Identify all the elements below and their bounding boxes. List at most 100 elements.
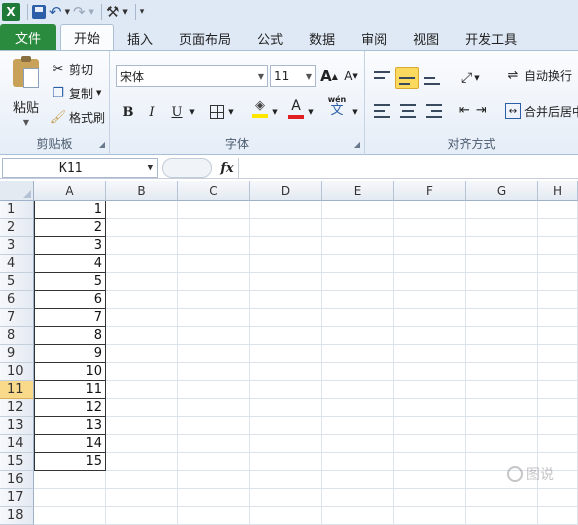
cell-a13[interactable]: 13 — [34, 417, 106, 435]
orientation-dropdown-icon[interactable]: ▼ — [474, 74, 479, 82]
cell-b15[interactable] — [106, 453, 178, 471]
row-header-17[interactable]: 17 — [0, 489, 34, 507]
cell-a16[interactable] — [34, 471, 106, 489]
cell-d6[interactable] — [250, 291, 322, 309]
cell-a4[interactable]: 4 — [34, 255, 106, 273]
cell-c3[interactable] — [178, 237, 250, 255]
cell-e3[interactable] — [322, 237, 394, 255]
tab-page-layout[interactable]: 页面布局 — [166, 26, 244, 50]
row-header-1[interactable]: 1 — [0, 201, 34, 219]
align-middle-button[interactable] — [395, 67, 419, 89]
cell-b16[interactable] — [106, 471, 178, 489]
cell-f11[interactable] — [394, 381, 466, 399]
cell-h5[interactable] — [538, 273, 578, 291]
tab-developer[interactable]: 开发工具 — [452, 26, 530, 50]
clipboard-launcher-icon[interactable]: ◢ — [99, 140, 105, 149]
tab-view[interactable]: 视图 — [400, 26, 452, 50]
cell-d8[interactable] — [250, 327, 322, 345]
cell-e15[interactable] — [322, 453, 394, 471]
copy-dropdown-icon[interactable]: ▼ — [96, 89, 101, 97]
row-header-10[interactable]: 10 — [0, 363, 34, 381]
cell-c18[interactable] — [178, 507, 250, 525]
cell-e9[interactable] — [322, 345, 394, 363]
cell-d5[interactable] — [250, 273, 322, 291]
cell-d2[interactable] — [250, 219, 322, 237]
cell-e6[interactable] — [322, 291, 394, 309]
customize-icon[interactable]: ▾ — [140, 2, 145, 22]
cell-a7[interactable]: 7 — [34, 309, 106, 327]
cell-c17[interactable] — [178, 489, 250, 507]
cell-h11[interactable] — [538, 381, 578, 399]
cell-d3[interactable] — [250, 237, 322, 255]
cell-f13[interactable] — [394, 417, 466, 435]
cell-a9[interactable]: 9 — [34, 345, 106, 363]
cell-g7[interactable] — [466, 309, 538, 327]
cell-a11[interactable]: 11 — [34, 381, 106, 399]
cell-e12[interactable] — [322, 399, 394, 417]
align-left-icon[interactable] — [374, 103, 390, 118]
row-header-5[interactable]: 5 — [0, 273, 34, 291]
row-header-3[interactable]: 3 — [0, 237, 34, 255]
tab-insert[interactable]: 插入 — [114, 26, 166, 50]
tools-dropdown-icon[interactable]: ▼ — [122, 2, 127, 22]
cell-d7[interactable] — [250, 309, 322, 327]
name-box[interactable]: K11 ▼ — [2, 158, 158, 178]
cell-f17[interactable] — [394, 489, 466, 507]
cell-b1[interactable] — [106, 201, 178, 219]
row-header-15[interactable]: 15 — [0, 453, 34, 471]
cell-c12[interactable] — [178, 399, 250, 417]
cell-e11[interactable] — [322, 381, 394, 399]
cell-b11[interactable] — [106, 381, 178, 399]
cell-d14[interactable] — [250, 435, 322, 453]
cell-e14[interactable] — [322, 435, 394, 453]
cell-h10[interactable] — [538, 363, 578, 381]
row-header-16[interactable]: 16 — [0, 471, 34, 489]
cell-g6[interactable] — [466, 291, 538, 309]
cell-g14[interactable] — [466, 435, 538, 453]
tab-data[interactable]: 数据 — [296, 26, 348, 50]
font-color-dropdown-icon[interactable]: ▼ — [307, 101, 315, 123]
formula-bar-handle[interactable] — [162, 158, 212, 178]
cell-a17[interactable] — [34, 489, 106, 507]
align-bottom-icon[interactable] — [424, 71, 440, 85]
cell-b17[interactable] — [106, 489, 178, 507]
fill-color-dropdown-icon[interactable]: ▼ — [271, 101, 279, 123]
phonetic-button[interactable]: wén 文 — [324, 95, 350, 117]
row-header-11[interactable]: 11 — [0, 381, 34, 399]
row-header-18[interactable]: 18 — [0, 507, 34, 525]
cell-f1[interactable] — [394, 201, 466, 219]
align-center-icon[interactable] — [400, 103, 416, 118]
font-launcher-icon[interactable]: ◢ — [354, 140, 360, 149]
cell-a6[interactable]: 6 — [34, 291, 106, 309]
cell-b9[interactable] — [106, 345, 178, 363]
grow-font-button[interactable]: A ▲ — [320, 65, 338, 87]
cell-f4[interactable] — [394, 255, 466, 273]
underline-button[interactable]: U — [166, 101, 188, 123]
cell-c6[interactable] — [178, 291, 250, 309]
cell-d10[interactable] — [250, 363, 322, 381]
cell-h14[interactable] — [538, 435, 578, 453]
tab-review[interactable]: 审阅 — [348, 26, 400, 50]
cell-h18[interactable] — [538, 507, 578, 525]
cell-a10[interactable]: 10 — [34, 363, 106, 381]
cell-f3[interactable] — [394, 237, 466, 255]
cell-b18[interactable] — [106, 507, 178, 525]
cell-d17[interactable] — [250, 489, 322, 507]
column-header-d[interactable]: D — [250, 181, 322, 201]
redo-icon[interactable]: ↷ — [73, 2, 86, 22]
cell-g17[interactable] — [466, 489, 538, 507]
cell-d18[interactable] — [250, 507, 322, 525]
increase-indent-icon[interactable]: ⇥ — [476, 103, 487, 118]
cell-b8[interactable] — [106, 327, 178, 345]
cell-h6[interactable] — [538, 291, 578, 309]
cell-b2[interactable] — [106, 219, 178, 237]
cell-g12[interactable] — [466, 399, 538, 417]
cell-a1[interactable]: 1 — [34, 201, 106, 219]
cell-c8[interactable] — [178, 327, 250, 345]
row-header-8[interactable]: 8 — [0, 327, 34, 345]
align-top-icon[interactable] — [374, 71, 390, 85]
cell-c10[interactable] — [178, 363, 250, 381]
cell-d12[interactable] — [250, 399, 322, 417]
insert-function-icon[interactable]: fx — [216, 158, 238, 178]
cell-d15[interactable] — [250, 453, 322, 471]
